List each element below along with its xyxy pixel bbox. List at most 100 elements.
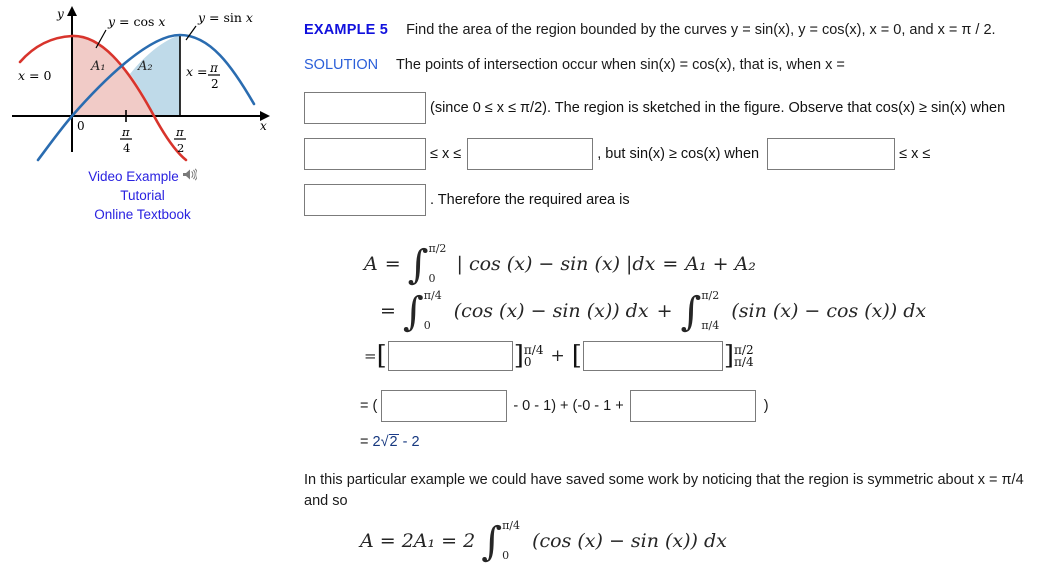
eq3-equals: =: [364, 347, 377, 365]
example-label: EXAMPLE 5: [304, 22, 388, 38]
example-prompt: Find the area of the region bounded by t…: [406, 22, 996, 38]
equation-5: = 2√2 - 2: [360, 434, 420, 450]
antiderivative-box-2[interactable]: [582, 341, 723, 371]
evaluation-box-1[interactable]: [381, 390, 508, 422]
eq2-int1-lower: 0: [423, 319, 431, 332]
figure-panel: y x 0 y = cos x y = sin x A₁ A₂ x = 0 x …: [0, 0, 290, 240]
equation-4: = ( - 0 - 1) + (-0 - 1 + ): [360, 390, 769, 422]
y-axis-arrow: [67, 6, 77, 16]
inequality-text-1: ≤ x ≤: [430, 145, 462, 162]
eq3-lim2-bot: π/4: [734, 355, 754, 369]
speaker-icon: [182, 167, 198, 186]
video-example-label: Video Example: [88, 169, 179, 184]
eq1-lower-limit: 0: [428, 272, 436, 285]
eq3-limits-1: π/4 0: [524, 344, 544, 368]
integral-sign-4: ∫: [481, 519, 503, 565]
solution-text-4: . Therefore the required area is: [430, 191, 630, 208]
solution-text-2: (since 0 ≤ x ≤ π/2). The region is sketc…: [430, 99, 1006, 116]
eq6-upper-limit: π/4: [502, 519, 521, 532]
eq6-lower-limit: 0: [502, 549, 510, 562]
integral-sign-2: ∫: [402, 289, 424, 335]
tick-label-pi-over-2-num: π: [175, 125, 184, 139]
answer-box-2[interactable]: [304, 138, 426, 170]
region-a1-label: A₁: [90, 59, 106, 74]
answer-box-3[interactable]: [467, 138, 594, 170]
eq3-plus: +: [550, 346, 565, 366]
integral-limits-2: π/4 0: [423, 289, 450, 332]
video-example-link[interactable]: Video Example: [0, 167, 285, 186]
eq2-int1-upper: π/4: [423, 289, 442, 302]
eq5-radicand: 2: [388, 434, 399, 450]
answer-row-1: (since 0 ≤ x ≤ π/2). The region is sketc…: [304, 92, 1052, 124]
eq5-equals: =: [360, 434, 369, 450]
origin-label: 0: [77, 119, 85, 133]
equation-2: = ∫ π/4 0 (cos (x) − sin (x)) dx + ∫ π/2…: [380, 289, 927, 335]
x-axis-label: x: [260, 119, 267, 133]
evaluation-box-2[interactable]: [629, 390, 756, 422]
answer-box-1[interactable]: [304, 92, 426, 124]
eq5-tail: - 2: [402, 434, 420, 450]
eq2-equals: =: [380, 300, 396, 322]
answer-row-2: ≤ x ≤ , but sin(x) ≥ cos(x) when ≤ x ≤: [304, 138, 1052, 170]
eq1-equals: =: [384, 253, 401, 275]
integral-sign-3: ∫: [680, 289, 702, 335]
eq3-close-bracket-1: ]: [513, 341, 524, 371]
eq2-int2-lower: π/4: [701, 319, 720, 332]
closing-paragraph: In this particular example we could have…: [304, 472, 1024, 509]
region-a2-label: A₂: [137, 59, 153, 74]
eq4-mid: - 0 - 1) + (-0 - 1 +: [513, 398, 624, 414]
integral-limits-4: π/4 0: [502, 519, 528, 562]
eq2-int2-integrand: (sin (x) − cos (x)) dx: [731, 300, 927, 322]
online-textbook-link[interactable]: Online Textbook: [0, 205, 285, 224]
sqrt-icon: √: [380, 434, 389, 450]
eq2-int2-upper: π/2: [701, 289, 720, 302]
integral-limits-3: π/2 π/4: [701, 289, 727, 332]
solution-text-1: The points of intersection occur when si…: [395, 57, 845, 73]
figure-links: Video Example Tutorial Online Textbook: [0, 167, 285, 224]
eq4-close: ): [763, 398, 769, 414]
eq3-close-bracket-2: ]: [723, 341, 735, 371]
tick-label-pi-over-4-num: π: [121, 125, 130, 139]
equation-1: A = ∫ π/2 0 | cos (x) − sin (x) |dx = A₁…: [364, 242, 756, 288]
solution-text-3: , but sin(x) ≥ cos(x) when: [597, 145, 760, 162]
integral-sign-1: ∫: [407, 242, 429, 288]
boundary-right-num: π: [209, 61, 219, 75]
eq3-open-bracket-1: [: [376, 341, 387, 371]
example-line: EXAMPLE 5 Find the area of the region bo…: [304, 20, 1052, 41]
tick-label-pi-over-2-den: 2: [177, 141, 184, 155]
answer-box-4[interactable]: [767, 138, 896, 170]
eq3-limits-2: π/2 π/4: [734, 344, 754, 368]
sin-curve-label: y = sin x: [197, 10, 253, 25]
solution-label: SOLUTION: [304, 57, 379, 73]
eq6-lhs: A = 2A₁ = 2: [360, 530, 476, 552]
eq6-integrand: (cos (x) − sin (x)) dx: [532, 530, 727, 552]
cos-curve-label: y = cos x: [107, 14, 165, 29]
eq3-open-bracket-2: [: [571, 341, 582, 371]
solution-line: SOLUTION The points of intersection occu…: [304, 55, 1052, 76]
eq3-lim1-bot: 0: [523, 355, 532, 369]
inequality-text-2: ≤ x ≤: [899, 145, 931, 162]
equation-6: A = 2A₁ = 2 ∫ π/4 0 (cos (x) − sin (x)) …: [360, 519, 727, 565]
boundary-right-label: x =: [186, 64, 208, 79]
tick-label-pi-over-4-den: 4: [123, 141, 130, 155]
eq2-plus: +: [656, 300, 673, 322]
eq1-tail: A₁ + A₂: [685, 253, 756, 275]
answer-box-5[interactable]: [304, 184, 426, 216]
boundary-left-label: x = 0: [18, 68, 51, 83]
eq1-lhs: A: [364, 253, 378, 275]
example-page: y x 0 y = cos x y = sin x A₁ A₂ x = 0 x …: [0, 0, 1060, 583]
sin-cos-area-figure: y x 0 y = cos x y = sin x A₁ A₂ x = 0 x …: [12, 6, 270, 162]
antiderivative-box-1[interactable]: [387, 341, 513, 371]
equation-3: = [ ] π/4 0 + [ ] π/2 π/4: [364, 341, 754, 371]
tutorial-link[interactable]: Tutorial: [0, 186, 285, 205]
main-content: EXAMPLE 5 Find the area of the region bo…: [304, 20, 1052, 216]
answer-row-3: . Therefore the required area is: [304, 184, 1052, 216]
eq4-equals-open: = (: [360, 398, 378, 414]
boundary-right-den: 2: [211, 77, 219, 91]
eq1-upper-limit: π/2: [428, 242, 447, 255]
eq2-int1-integrand: (cos (x) − sin (x)) dx: [453, 300, 649, 322]
eq5-radicand-wrap: 2: [388, 434, 399, 450]
y-axis-label: y: [56, 7, 64, 21]
eq5-coefficient: 2: [372, 434, 381, 450]
eq1-tail-equals: =: [662, 253, 679, 275]
